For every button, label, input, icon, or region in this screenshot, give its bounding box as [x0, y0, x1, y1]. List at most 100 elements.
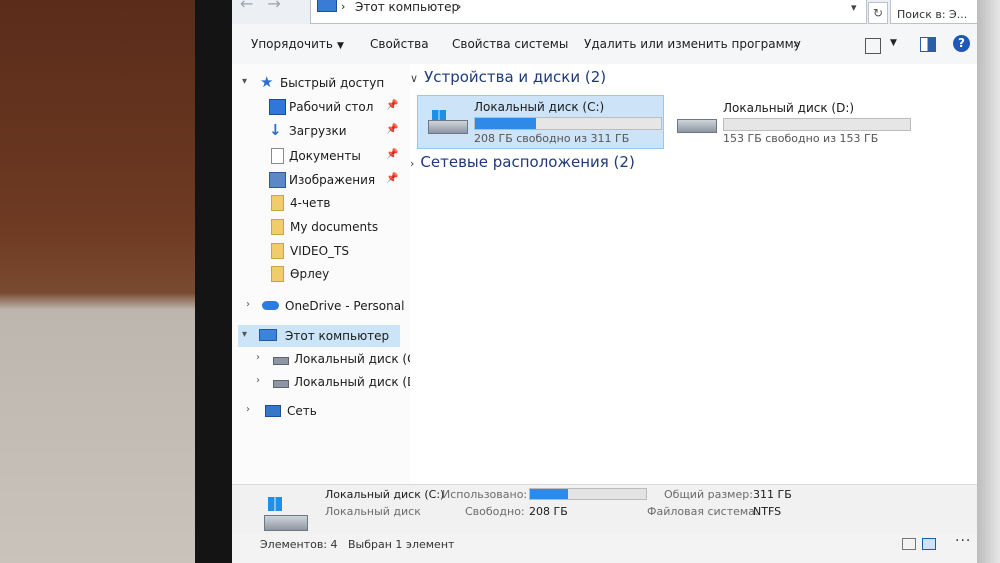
expand-chevron-icon[interactable]: ›: [256, 375, 260, 386]
details-free-value: 208 ГБ: [529, 505, 568, 518]
nav-item-drive-c[interactable]: › Локальный диск (C:: [232, 348, 420, 370]
drive-free-space: 208 ГБ свободно из 311 ГБ: [474, 132, 630, 145]
nav-label: Загрузки: [289, 124, 347, 138]
nav-item-desktop[interactable]: Рабочий стол 📌: [232, 96, 410, 118]
details-total-label: Общий размер:: [664, 488, 753, 501]
nav-item-my-documents[interactable]: My documents: [232, 216, 410, 238]
pin-icon: 📌: [386, 173, 399, 184]
star-icon: ★: [260, 73, 274, 91]
organize-button[interactable]: Упорядочить ▼: [251, 37, 344, 51]
group-header-network[interactable]: › Сетевые расположения (2): [410, 153, 635, 171]
expand-chevron-icon[interactable]: ›: [246, 299, 250, 310]
windows-drive-icon: [264, 497, 308, 531]
details-usage-fill: [530, 489, 569, 499]
status-item-count: Элементов: 4: [260, 538, 338, 551]
help-icon[interactable]: ?: [953, 35, 970, 52]
nav-label: Изображения: [289, 173, 376, 187]
nav-item-folder-4-chetv[interactable]: 4-четв: [232, 192, 410, 214]
search-input[interactable]: Поиск в: Э...: [890, 0, 977, 24]
nav-label: Өрлеу: [290, 267, 330, 281]
nav-item-this-pc[interactable]: ▾ Этот компьютер: [238, 325, 400, 347]
chevron-down-icon: ∨: [410, 72, 419, 85]
group-header-label: Устройства и диски (2): [424, 68, 607, 86]
large-icons-view-icon[interactable]: [922, 538, 936, 550]
cloud-icon: [262, 301, 279, 310]
nav-label: Этот компьютер: [285, 329, 390, 343]
pin-icon: 📌: [386, 149, 399, 160]
collapse-chevron-icon[interactable]: ▾: [242, 329, 247, 340]
details-used-label: Использовано:: [442, 488, 528, 501]
breadcrumb-this-pc[interactable]: Этот компьютер: [355, 0, 459, 14]
drive-usage-bar: [723, 118, 911, 131]
drive-body: [677, 119, 717, 133]
status-bar: Элементов: 4 Выбран 1 элемент: [232, 534, 977, 563]
chevron-down-icon[interactable]: ▼: [890, 38, 897, 48]
windows-drive-icon: [428, 110, 468, 134]
drive-usage-bar: [474, 117, 662, 130]
nav-label: My documents: [290, 220, 379, 234]
drive-icon: [677, 119, 717, 141]
folder-icon: [271, 195, 284, 211]
details-view-icon[interactable]: [902, 538, 916, 550]
pin-icon: 📌: [386, 100, 399, 111]
nav-item-documents[interactable]: Документы 📌: [232, 145, 410, 167]
refresh-button[interactable]: ↻: [868, 2, 888, 24]
folder-icon: [271, 219, 284, 235]
drive-name: Локальный диск (C:): [474, 100, 605, 114]
drive-tile-d[interactable]: Локальный диск (D:) 153 ГБ свободно из 1…: [667, 95, 912, 147]
chevron-down-icon[interactable]: ▾: [851, 1, 857, 14]
nav-item-drive-d[interactable]: › Локальный диск (D:: [232, 371, 420, 393]
computer-icon: [259, 329, 277, 341]
expand-chevron-icon[interactable]: ›: [246, 404, 250, 415]
more-commands-button[interactable]: »: [793, 37, 800, 51]
photo-background-left: [0, 0, 215, 563]
computer-icon: [317, 0, 337, 12]
properties-button[interactable]: Свойства: [370, 37, 429, 51]
nav-label: VIDEO_TS: [290, 244, 349, 258]
nav-item-downloads[interactable]: ↓ Загрузки 📌: [232, 120, 410, 142]
system-properties-button[interactable]: Свойства системы: [452, 37, 568, 51]
command-bar: Упорядочить ▼ Свойства Свойства системы У…: [232, 24, 977, 65]
nav-label: Сеть: [287, 404, 317, 418]
uninstall-program-button[interactable]: Удалить или изменить программу: [584, 37, 801, 51]
explorer-window: ←→ › Этот компьютер › ▾ ↻ Поиск в: Э... …: [232, 0, 977, 563]
details-usage-bar: [529, 488, 647, 500]
details-name: Локальный диск (C:): [325, 488, 445, 501]
nav-label: 4-четв: [290, 196, 331, 210]
nav-label: Рабочий стол: [289, 100, 374, 114]
expand-chevron-icon[interactable]: ›: [256, 352, 260, 363]
details-type: Локальный диск: [325, 505, 421, 518]
download-arrow-icon: ↓: [269, 121, 282, 139]
desktop-icon: [269, 99, 286, 115]
nav-item-video-ts[interactable]: VIDEO_TS: [232, 240, 410, 262]
nav-label: Быстрый доступ: [280, 76, 385, 90]
preview-pane-icon[interactable]: [920, 37, 936, 52]
organize-label: Упорядочить: [251, 37, 333, 51]
chevron-down-icon: ▼: [336, 41, 344, 51]
nav-item-quick-access[interactable]: ▾ ★ Быстрый доступ: [232, 72, 410, 94]
group-header-devices[interactable]: ∨ Устройства и диски (2): [410, 68, 606, 86]
chevron-right-icon: ›: [410, 157, 415, 170]
address-bar-row: ←→ › Этот компьютер › ▾ ↻ Поиск в: Э...: [232, 0, 977, 25]
nav-item-pictures[interactable]: Изображения 📌: [232, 169, 410, 191]
address-bar[interactable]: › Этот компьютер › ▾: [310, 0, 867, 24]
document-icon: [271, 148, 284, 164]
nav-item-network[interactable]: › Сеть: [232, 400, 410, 422]
navigation-pane: ▾ ★ Быстрый доступ Рабочий стол 📌 ↓ Загр…: [232, 64, 420, 484]
folder-icon: [271, 266, 284, 282]
windows-logo-icon: [268, 497, 282, 511]
drive-icon: [273, 357, 289, 365]
breadcrumb-separator-end: ›: [457, 0, 462, 13]
view-options-icon[interactable]: [865, 38, 881, 54]
details-total-value: 311 ГБ: [753, 488, 792, 501]
nav-back-forward[interactable]: ←→: [240, 0, 295, 13]
drive-usage-fill: [475, 118, 537, 129]
details-free-label: Свободно:: [465, 505, 525, 518]
drive-tile-c[interactable]: Локальный диск (C:) 208 ГБ свободно из 3…: [417, 95, 664, 149]
details-pane: Локальный диск (C:) Локальный диск Испол…: [232, 484, 977, 535]
breadcrumb-separator: ›: [341, 0, 346, 13]
collapse-chevron-icon[interactable]: ▾: [242, 76, 247, 87]
nav-item-onedrive[interactable]: › OneDrive - Personal: [232, 295, 410, 317]
group-header-label: Сетевые расположения (2): [420, 153, 635, 171]
nav-item-orleu[interactable]: Өрлеу: [232, 263, 410, 285]
